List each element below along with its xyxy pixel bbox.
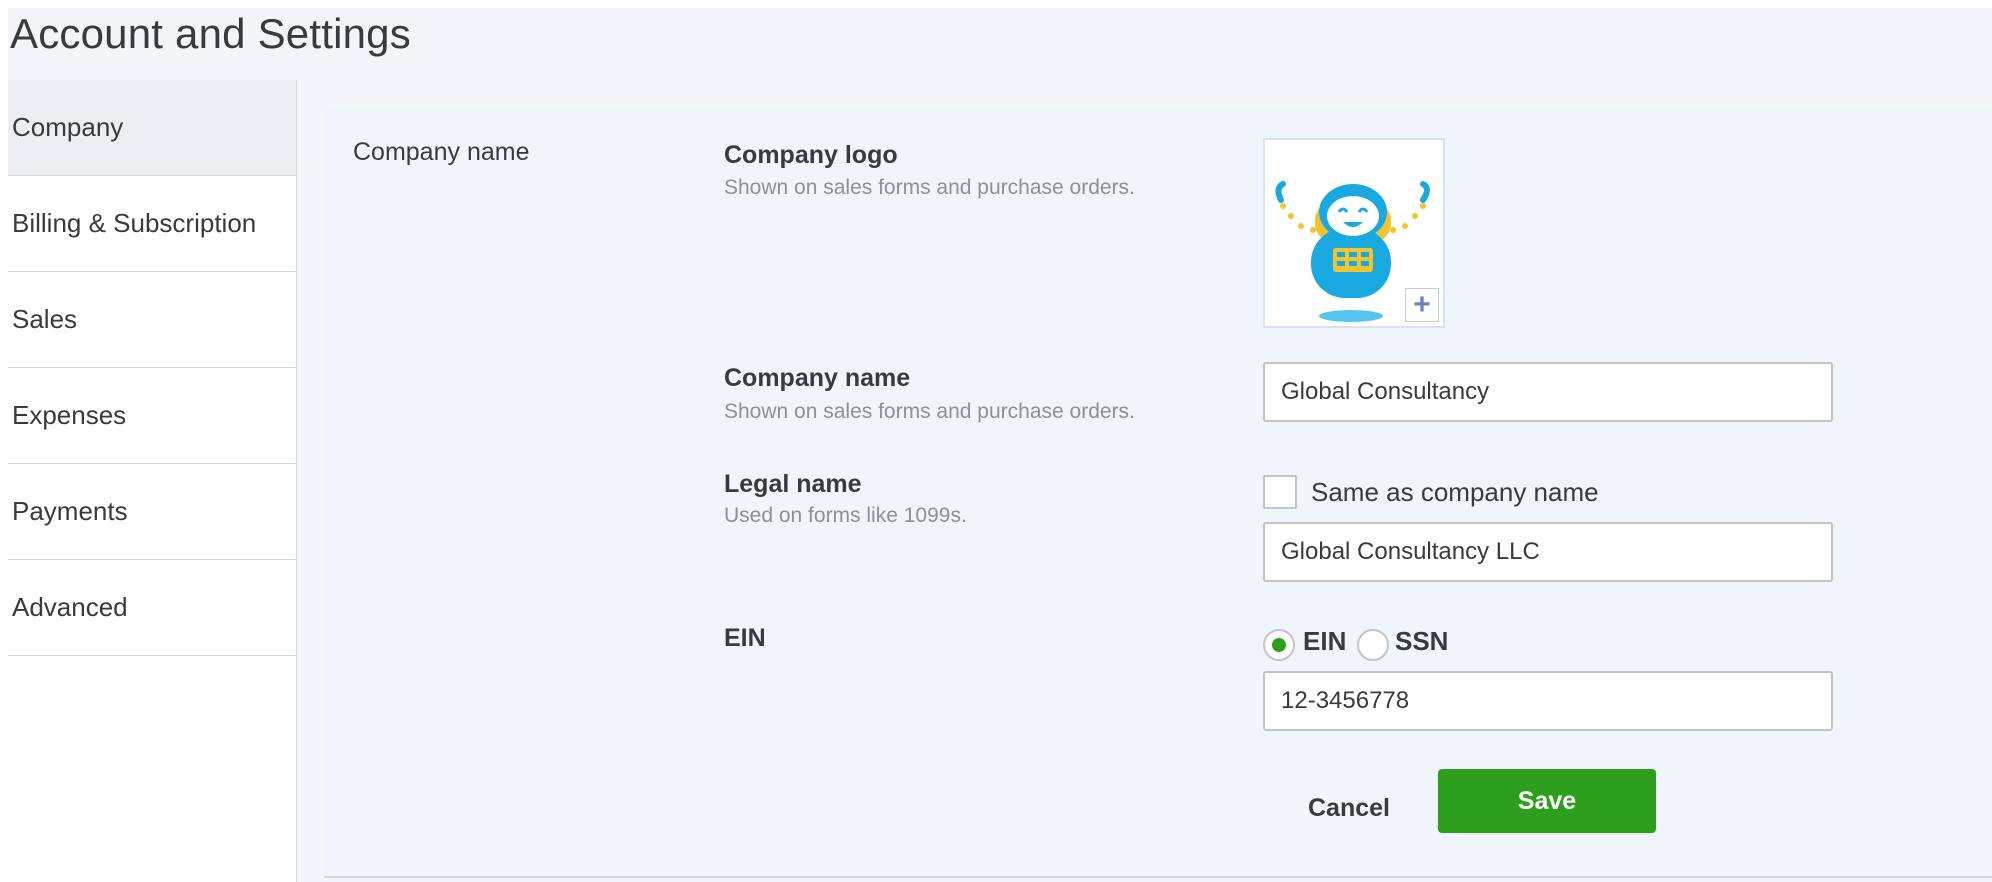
ssn-radio-label[interactable]: SSN <box>1395 626 1448 657</box>
sidebar-item-label: Expenses <box>12 400 127 430</box>
sidebar-item-expenses[interactable]: Expenses <box>8 368 296 464</box>
sidebar-item-sales[interactable]: Sales <box>8 272 296 368</box>
radio-selected-dot <box>1272 638 1286 652</box>
plus-icon[interactable]: + <box>1405 288 1439 322</box>
sidebar-item-billing[interactable]: Billing & Subscription <box>8 176 296 272</box>
company-settings-panel[interactable]: Company name Company logo Shown on sales… <box>324 108 1992 878</box>
legal-name-help: Used on forms like 1099s. <box>724 504 967 527</box>
sidebar-item-label: Company <box>12 112 124 142</box>
section-title: Company name <box>353 138 530 166</box>
legal-name-input[interactable] <box>1263 522 1833 582</box>
ein-radio-label[interactable]: EIN <box>1303 626 1346 657</box>
company-name-input[interactable] <box>1263 362 1833 422</box>
ein-input[interactable] <box>1263 671 1833 731</box>
settings-sidebar: Company Billing & Subscription Sales Exp… <box>8 80 297 882</box>
sidebar-item-company[interactable]: Company <box>8 80 296 176</box>
page-title: Account and Settings <box>10 10 411 57</box>
sidebar-item-label: Advanced <box>12 592 128 622</box>
sidebar-item-advanced[interactable]: Advanced <box>8 560 296 656</box>
same-as-company-label[interactable]: Same as company name <box>1311 477 1599 508</box>
company-name-label: Company name <box>724 364 911 392</box>
sidebar-item-payments[interactable]: Payments <box>8 464 296 560</box>
save-button[interactable]: Save <box>1438 769 1656 833</box>
company-name-help: Shown on sales forms and purchase orders… <box>724 400 1135 423</box>
same-as-company-checkbox[interactable] <box>1263 475 1297 509</box>
ssn-radio[interactable] <box>1357 629 1389 661</box>
legal-name-label: Legal name <box>724 470 862 498</box>
company-logo-label: Company logo <box>724 141 898 169</box>
company-logo-help: Shown on sales forms and purchase orders… <box>724 176 1135 199</box>
company-logo-box[interactable]: + <box>1263 138 1445 328</box>
ein-label: EIN <box>724 624 766 652</box>
cancel-button[interactable]: Cancel <box>1299 786 1399 830</box>
sidebar-item-label: Payments <box>12 496 128 526</box>
ein-radio[interactable] <box>1263 629 1295 661</box>
sidebar-item-label: Billing & Subscription <box>12 208 257 238</box>
sidebar-item-label: Sales <box>12 304 78 334</box>
